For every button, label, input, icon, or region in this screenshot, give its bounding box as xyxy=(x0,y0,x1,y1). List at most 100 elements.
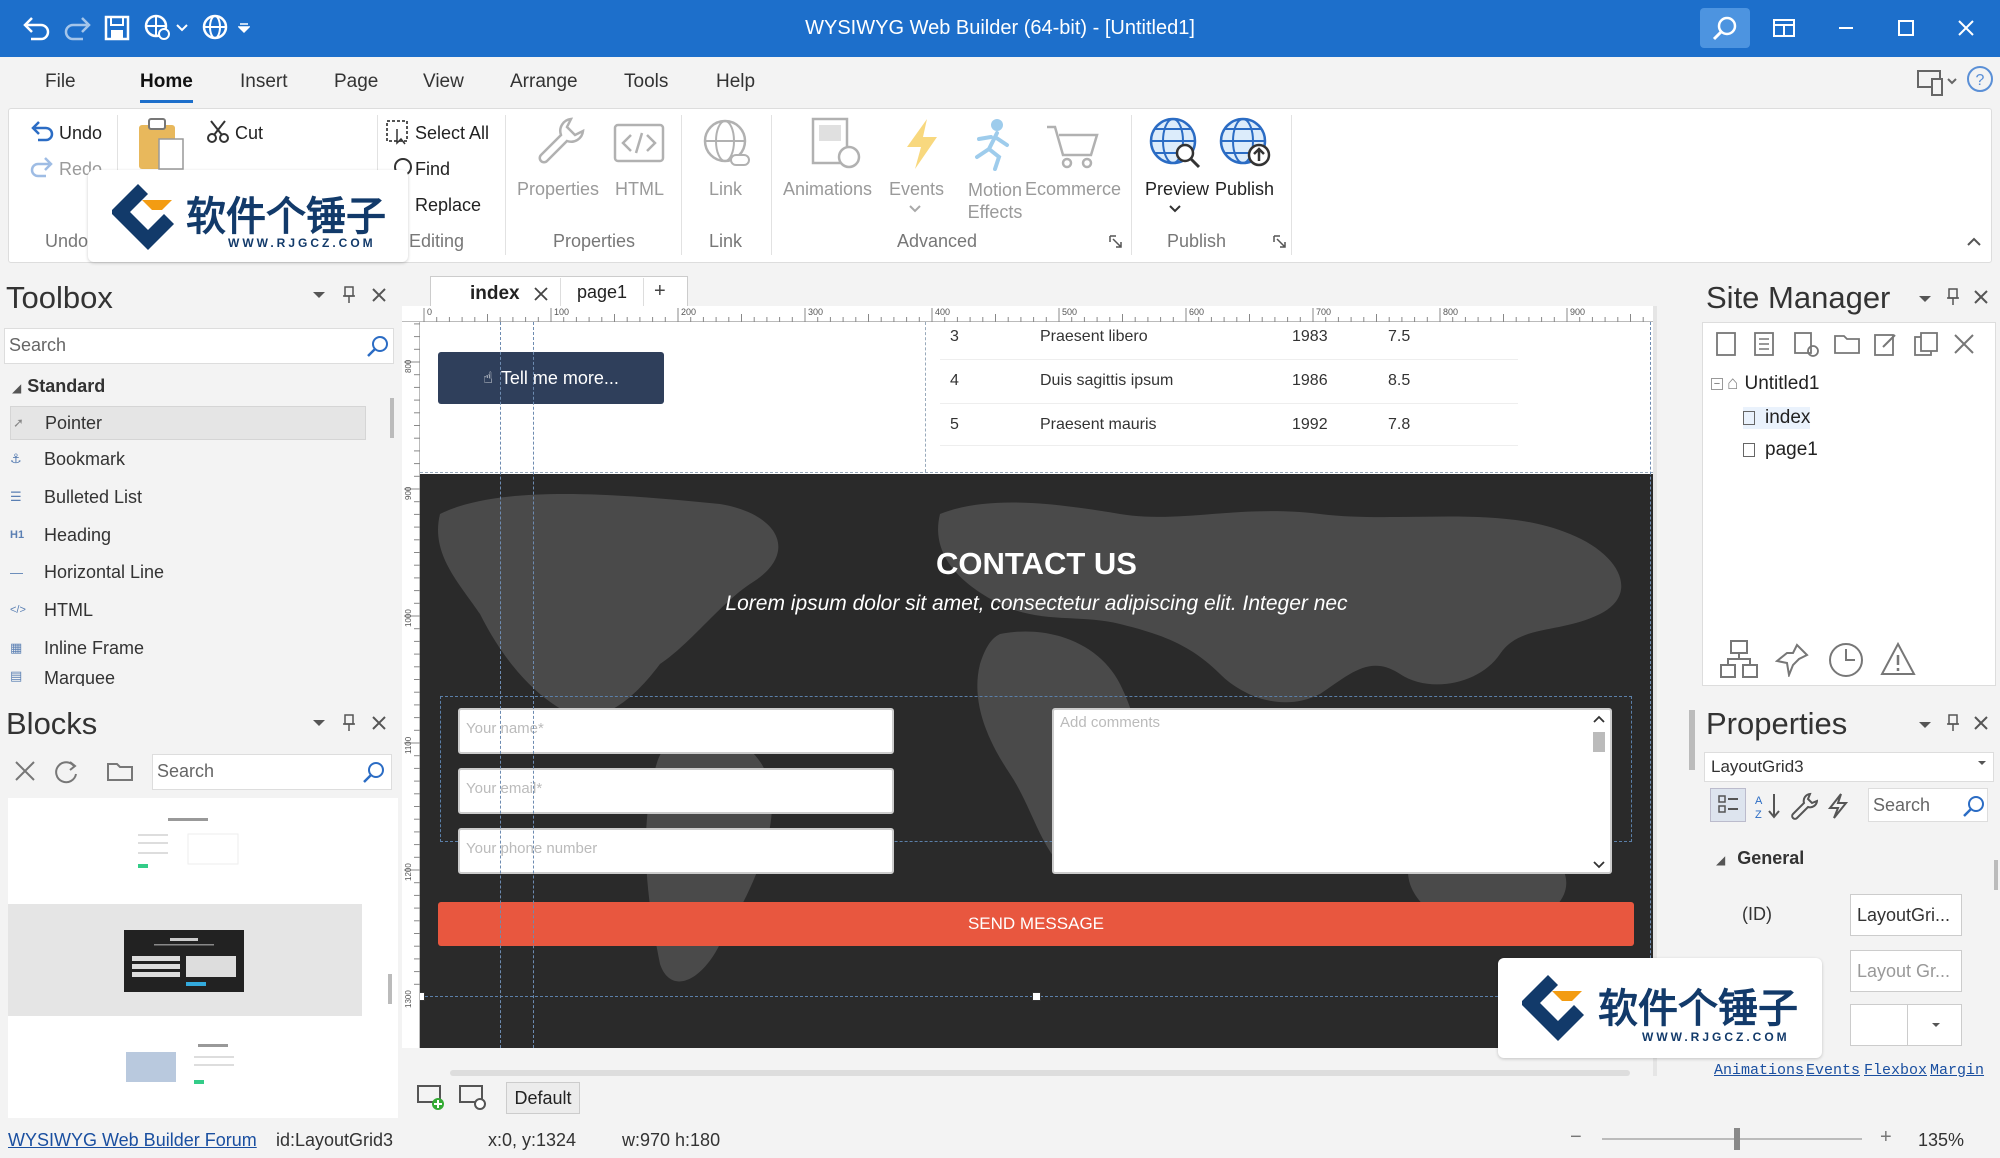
search-icon[interactable] xyxy=(1700,8,1750,48)
pin-icon[interactable] xyxy=(342,286,356,304)
add-tab-button[interactable]: + xyxy=(654,280,666,303)
scrollbar[interactable] xyxy=(1994,860,1998,890)
property-layout-value[interactable]: Layout Gr... xyxy=(1850,950,1962,992)
search-icon[interactable] xyxy=(366,334,390,358)
panel-menu-icon[interactable] xyxy=(312,290,326,300)
search-icon[interactable] xyxy=(1962,794,1986,818)
zoom-out-button[interactable]: − xyxy=(1570,1126,1582,1149)
cart-icon[interactable] xyxy=(1045,123,1101,169)
zoom-slider-thumb[interactable] xyxy=(1734,1128,1741,1150)
toolbox-search-input[interactable]: Search xyxy=(4,328,394,364)
replace-button[interactable]: Replace xyxy=(415,195,481,216)
close-icon[interactable] xyxy=(372,288,386,302)
property-id-value[interactable]: LayoutGri... xyxy=(1850,894,1962,936)
link-margin[interactable]: Margin xyxy=(1930,1062,1984,1079)
sitemap-icon[interactable] xyxy=(1719,639,1759,679)
zoom-slider-track[interactable] xyxy=(1602,1138,1862,1140)
dialog-launcher-icon[interactable] xyxy=(1109,235,1123,249)
menu-tools[interactable]: Tools xyxy=(624,71,668,93)
site-tree-page-page1[interactable]: page1 xyxy=(1743,439,1818,461)
panel-menu-icon[interactable] xyxy=(312,718,326,728)
cut-button[interactable]: Cut xyxy=(235,123,263,144)
animations-button[interactable]: Animations xyxy=(783,179,872,200)
phone-field[interactable]: Your phone number xyxy=(458,828,894,874)
select-all-icon[interactable] xyxy=(385,119,411,145)
send-message-button[interactable]: SEND MESSAGE xyxy=(438,902,1634,946)
warning-icon[interactable] xyxy=(1879,641,1917,677)
close-button[interactable] xyxy=(1940,4,1992,52)
new-page-icon[interactable] xyxy=(1715,331,1737,357)
resize-handle[interactable] xyxy=(420,992,425,1001)
lightning-icon[interactable] xyxy=(1826,792,1850,820)
toolbox-item-horizontal-line[interactable]: — Horizontal Line xyxy=(10,555,365,589)
preview-globe-icon[interactable] xyxy=(1147,115,1203,173)
add-breakpoint-icon[interactable] xyxy=(416,1082,446,1112)
pin-page-icon[interactable] xyxy=(1775,641,1811,677)
cut-icon[interactable] xyxy=(205,119,231,145)
new-folder-icon[interactable] xyxy=(1833,331,1861,355)
close-icon[interactable] xyxy=(1974,290,1988,304)
lightning-icon[interactable] xyxy=(901,117,941,171)
delete-icon[interactable] xyxy=(14,760,36,782)
collapse-ribbon-icon[interactable] xyxy=(1967,237,1981,247)
menu-page[interactable]: Page xyxy=(334,71,378,93)
forum-link[interactable]: WYSIWYG Web Builder Forum xyxy=(8,1130,257,1151)
link-animations[interactable]: Animations xyxy=(1714,1062,1804,1079)
publish-globe-icon[interactable] xyxy=(1217,115,1275,173)
link-globe-icon[interactable] xyxy=(701,117,753,171)
link-flexbox[interactable]: Flexbox xyxy=(1864,1062,1927,1079)
device-view-icon[interactable] xyxy=(1916,67,1960,97)
motion-effects-button[interactable]: Motion Effects xyxy=(965,179,1025,223)
menu-arrange[interactable]: Arrange xyxy=(510,71,578,93)
properties-section-general[interactable]: ◢ General xyxy=(1716,848,1804,869)
select-all-button[interactable]: Select All xyxy=(415,123,489,144)
paste-icon[interactable] xyxy=(135,117,187,173)
default-breakpoint-button[interactable]: Default xyxy=(506,1082,580,1114)
edit-page-icon[interactable] xyxy=(1873,331,1899,357)
tell-more-button[interactable]: ☝ Tell me more... xyxy=(438,352,664,404)
search-icon[interactable] xyxy=(362,760,386,784)
wrench-icon[interactable] xyxy=(1790,792,1818,820)
properties-button[interactable]: Properties xyxy=(517,179,599,200)
motion-effects-icon[interactable] xyxy=(967,117,1017,171)
comments-textarea[interactable]: Add comments xyxy=(1052,708,1612,874)
pin-icon[interactable] xyxy=(1946,288,1960,306)
toolbox-item-pointer[interactable]: ➚ Pointer xyxy=(10,406,366,440)
ecommerce-button[interactable]: Ecommerce xyxy=(1025,179,1121,200)
toolbox-item-marquee[interactable]: ▤ Marquee xyxy=(10,668,365,686)
find-button[interactable]: Find xyxy=(415,159,450,180)
blocks-search-input[interactable]: Search xyxy=(152,754,392,790)
categorized-view-icon[interactable] xyxy=(1710,788,1746,822)
events-button[interactable]: Events xyxy=(889,179,944,200)
publish-button[interactable]: Publish xyxy=(1215,179,1274,200)
pin-icon[interactable] xyxy=(1946,714,1960,732)
html-icon[interactable] xyxy=(613,123,665,163)
block-thumbnail-selected[interactable] xyxy=(8,904,362,1016)
object-selector[interactable]: LayoutGrid3 xyxy=(1704,752,1994,782)
menu-view[interactable]: View xyxy=(423,71,464,93)
delete-page-icon[interactable] xyxy=(1953,333,1975,355)
toolbox-item-heading[interactable]: H1 Heading xyxy=(10,518,365,552)
panel-menu-icon[interactable] xyxy=(1918,720,1932,730)
wrench-icon[interactable] xyxy=(535,115,585,167)
minimize-button[interactable] xyxy=(1820,4,1872,52)
contact-section[interactable]: CONTACT US Lorem ipsum dolor sit amet, c… xyxy=(420,474,1653,1048)
undo-icon[interactable] xyxy=(29,119,55,143)
link-events[interactable]: Events xyxy=(1806,1062,1860,1079)
scrollbar[interactable] xyxy=(388,974,392,1004)
toolbox-item-bookmark[interactable]: ⚓ Bookmark xyxy=(10,442,365,476)
scrollbar[interactable] xyxy=(390,398,394,438)
menu-help[interactable]: Help xyxy=(716,71,755,93)
property-select[interactable] xyxy=(1850,1004,1962,1046)
textarea-scrollbar[interactable] xyxy=(1590,712,1608,872)
redo-icon[interactable] xyxy=(29,155,55,179)
site-tree-root[interactable]: − ⌂ Untitled1 xyxy=(1711,373,1819,395)
chevron-down-icon[interactable] xyxy=(1169,205,1181,213)
tab-page1[interactable]: page1 xyxy=(560,278,644,306)
animations-icon[interactable] xyxy=(809,117,863,171)
toolbox-item-inline-frame[interactable]: ▦ Inline Frame xyxy=(10,631,365,665)
undo-button[interactable]: Undo xyxy=(59,123,102,144)
restore-layout-icon[interactable] xyxy=(1758,4,1810,52)
toolbox-category[interactable]: ◢ Standard xyxy=(12,376,105,397)
panel-menu-icon[interactable] xyxy=(1918,294,1932,304)
